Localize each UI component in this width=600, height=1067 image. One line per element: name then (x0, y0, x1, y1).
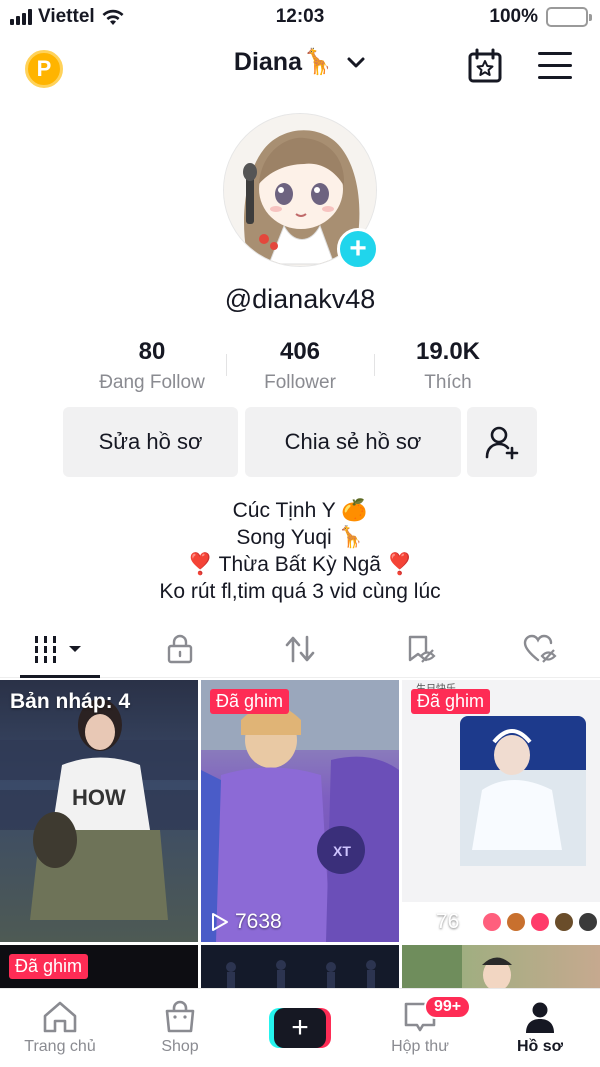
video-thumbnail (402, 945, 512, 988)
battery-icon (546, 7, 592, 27)
nav-home[interactable]: Trang chủ (0, 989, 120, 1067)
pinned-badge: Đã ghim (411, 689, 491, 714)
tab-reposts[interactable] (240, 620, 360, 677)
stat-value: 19.0K (415, 338, 481, 365)
grid-icon (35, 635, 81, 663)
edit-profile-button[interactable]: Sửa hồ sơ (63, 407, 238, 477)
video-tile[interactable] (201, 945, 399, 988)
nav-create[interactable]: + (240, 989, 360, 1067)
lock-icon (167, 634, 193, 663)
play-icon (413, 913, 429, 931)
share-profile-button[interactable]: Chia sẻ hồ sơ (245, 407, 461, 477)
add-user-icon (485, 426, 519, 460)
battery-percent: 100% (489, 6, 538, 27)
home-icon (43, 1001, 77, 1033)
user-handle: @dianakv48 (224, 284, 376, 314)
content-tabs (0, 620, 600, 678)
menu-icon[interactable] (538, 52, 572, 80)
view-count: 7638 (211, 910, 282, 934)
account-switcher[interactable]: Diana🦒 (0, 48, 600, 77)
inbox-badge: 99+ (424, 995, 472, 1019)
bio-line: Ko rút fl,tim quá 3 vid cùng lúc (159, 580, 441, 603)
stat-value: 80 (138, 338, 166, 365)
video-tile[interactable]: XT Đã ghim 7638 (201, 680, 399, 942)
hidden-bookmark-icon (408, 635, 436, 663)
svg-text:XT: XT (333, 843, 351, 859)
tab-private[interactable] (120, 620, 240, 677)
nav-shop[interactable]: Shop (120, 989, 240, 1067)
plus-icon: + (274, 1008, 326, 1048)
nav-inbox[interactable]: 99+ Hộp thư (360, 989, 480, 1067)
tab-liked[interactable] (480, 620, 600, 677)
tab-videos[interactable] (0, 620, 120, 678)
bio-line: Song Yuqi 🦒 (236, 526, 364, 549)
video-grid: HOW Bản nháp: 4 XT Đã ghim 7638 Đã ghim … (0, 680, 600, 988)
shopping-bag-icon (165, 1000, 195, 1033)
view-count-value: 76 (436, 910, 460, 933)
tab-favorites[interactable] (360, 620, 480, 677)
video-thumbnail: HOW (0, 699, 198, 920)
add-avatar-button[interactable]: + (337, 228, 379, 270)
status-right: 100% (489, 6, 592, 28)
stat-followers[interactable]: 406 Follower (226, 338, 374, 398)
status-bar: Viettel 12:03 100% (0, 0, 600, 36)
profile-stats: 80 Đang Follow 406 Follower 19.0K Thích (78, 338, 522, 398)
pinned-badge: Đã ghim (210, 689, 290, 714)
profile-bio: Cúc Tịnh Y 🍊 Song Yuqi 🦒 ❣️ Thừa Bất Kỳ … (0, 497, 600, 605)
video-tile[interactable] (402, 945, 600, 988)
chevron-down-icon (347, 57, 365, 68)
create-button[interactable]: + (269, 1008, 331, 1048)
profile-header: P Diana🦒 (0, 36, 600, 96)
profile-icon (526, 1002, 554, 1033)
video-tile-drafts[interactable]: HOW Bản nháp: 4 (0, 680, 198, 942)
stat-label: Thích (424, 372, 472, 393)
nav-label: Trang chủ (24, 1038, 96, 1055)
draft-label: Bản nháp: 4 (10, 690, 131, 713)
stat-likes[interactable]: 19.0K Thích (374, 338, 522, 398)
username-title: Diana🦒 (233, 48, 334, 76)
video-thumbnail: XT (201, 680, 399, 942)
video-tile[interactable]: 生日快乐 Đã ghim 76 (402, 680, 600, 942)
view-count: 76 (412, 910, 459, 934)
pinned-badge: Đã ghim (9, 954, 89, 979)
svg-text:HOW: HOW (72, 785, 126, 810)
bio-line: Cúc Tịnh Y 🍊 (232, 499, 368, 522)
video-thumbnail (226, 960, 376, 988)
bottom-nav: Trang chủ Shop + 99+ Hộp thư Hồ sơ (0, 988, 600, 1067)
nav-profile[interactable]: Hồ sơ (480, 989, 600, 1067)
stat-value: 406 (279, 338, 321, 365)
calendar-star-icon[interactable] (467, 48, 503, 84)
hidden-heart-icon (523, 634, 557, 663)
stat-label: Follower (264, 372, 336, 393)
nav-label: Hộp thư (391, 1038, 449, 1055)
view-count-value: 7638 (235, 910, 282, 933)
add-friend-button[interactable] (467, 407, 537, 477)
video-thumbnail (402, 716, 600, 942)
nav-label: Hồ sơ (516, 1038, 564, 1055)
bio-line: ❣️ Thừa Bất Kỳ Ngã ❣️ (187, 553, 413, 576)
repost-icon (285, 635, 315, 662)
play-icon (212, 913, 228, 931)
stat-following[interactable]: 80 Đang Follow (78, 338, 226, 398)
video-tile[interactable]: Đã ghim (0, 945, 198, 988)
nav-label: Shop (161, 1038, 199, 1055)
stat-label: Đang Follow (99, 372, 205, 393)
